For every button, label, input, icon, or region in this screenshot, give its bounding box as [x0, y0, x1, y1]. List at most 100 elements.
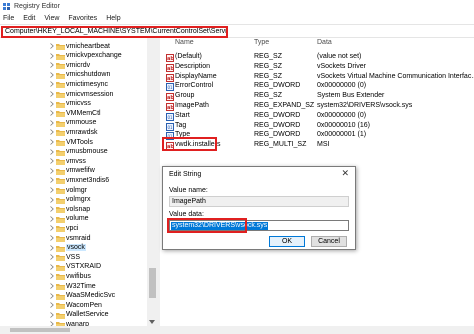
expand-chevron-icon[interactable] [50, 273, 54, 280]
ok-button[interactable]: OK [269, 236, 305, 247]
value-row[interactable]: ab ImagePath REG_EXPAND_SZ system32\DRIVERS… [160, 102, 474, 112]
expand-chevron-icon[interactable] [50, 43, 54, 49]
value-row[interactable]: ab DisplayName REG_SZ vSockets Virtual Mach… [160, 73, 474, 83]
value-type: REG_MULTI_SZ [254, 141, 307, 149]
tree-item[interactable]: VMTools [0, 137, 147, 147]
tree-item[interactable]: vmicvss [0, 99, 147, 109]
menu-help[interactable]: Help [106, 15, 120, 22]
expand-chevron-icon[interactable] [50, 148, 54, 155]
tree-item[interactable]: vmrawdsk [0, 127, 147, 137]
expand-chevron-icon[interactable] [50, 264, 54, 270]
tree-item[interactable]: volsnap [0, 204, 147, 214]
expand-chevron-icon[interactable] [50, 91, 54, 97]
tree-item[interactable]: WaaSMedicSvc [0, 291, 147, 301]
expand-chevron-icon[interactable] [50, 158, 54, 164]
expand-chevron-icon[interactable] [50, 254, 54, 260]
expand-chevron-icon[interactable] [50, 187, 54, 193]
column-header-type[interactable]: Type [254, 39, 269, 49]
tree-item[interactable]: VSS [0, 252, 147, 262]
expand-chevron-icon[interactable] [50, 177, 54, 184]
scrollbar-thumb[interactable] [149, 268, 156, 298]
value-row[interactable]: ab (Default) REG_SZ (value not set) [160, 53, 474, 63]
tree-item[interactable]: volmgr [0, 185, 147, 195]
tree-item[interactable]: volmgrx [0, 195, 147, 205]
menu-file[interactable]: File [3, 15, 14, 22]
cancel-button[interactable]: Cancel [311, 236, 347, 247]
tree-horizontal-scrollbar[interactable] [0, 326, 147, 334]
tree-item[interactable]: VMMemCtl [0, 108, 147, 118]
expand-chevron-icon[interactable] [50, 100, 54, 107]
tree-item[interactable]: vpci [0, 223, 147, 233]
scrollbar-thumb[interactable] [10, 328, 70, 332]
expand-chevron-icon[interactable] [50, 52, 54, 59]
tree-item[interactable]: WalletService [0, 310, 147, 320]
folder-icon [56, 235, 65, 242]
value-name: ImagePath [175, 102, 209, 109]
tree-item[interactable]: vmmouse [0, 118, 147, 128]
menu-view[interactable]: View [44, 15, 59, 22]
tree-item-label: VSS [66, 253, 81, 261]
expand-chevron-icon[interactable] [50, 302, 54, 308]
tree-vertical-scrollbar[interactable] [147, 38, 158, 326]
tree-item-label: vmicrdv [66, 61, 91, 69]
expand-chevron-icon[interactable] [50, 129, 54, 136]
expand-chevron-icon[interactable] [50, 139, 54, 145]
tree-item[interactable]: vmusbmouse [0, 147, 147, 157]
tree-item[interactable]: WacomPen [0, 300, 147, 310]
value-type: REG_DWORD [254, 121, 301, 129]
value-name-field: ImagePath [169, 196, 349, 207]
value-row[interactable]: 01 Tag REG_DWORD 0x00000010 (16) [160, 122, 474, 132]
value-row[interactable]: 01 ErrorControl REG_DWORD 0x00000000 (0) [160, 82, 474, 92]
tree-item[interactable]: vmickvpexchange [0, 51, 147, 61]
expand-chevron-icon[interactable] [50, 168, 54, 174]
tree-item[interactable]: VSTXRAID [0, 262, 147, 272]
value-row[interactable]: 01 Start REG_DWORD 0x00000000 (0) [160, 112, 474, 122]
expand-chevron-icon[interactable] [50, 312, 54, 318]
tree-item[interactable]: vmictimesync [0, 79, 147, 89]
tree-item[interactable]: W32Time [0, 281, 147, 291]
tree-item[interactable]: vmicshutdown [0, 70, 147, 80]
menu-edit[interactable]: Edit [23, 15, 35, 22]
expand-chevron-icon[interactable] [50, 81, 54, 88]
tree-item-label: volsnap [66, 205, 91, 213]
tree-item[interactable]: vmicvmsession [0, 89, 147, 99]
menu-favorites[interactable]: Favorites [68, 15, 97, 22]
expand-chevron-icon[interactable] [50, 244, 54, 251]
expand-chevron-icon[interactable] [50, 120, 54, 126]
tree-item[interactable]: vsmraid [0, 233, 147, 243]
value-type: REG_DWORD [254, 82, 301, 90]
tree-item[interactable]: vwifibus [0, 271, 147, 281]
expand-chevron-icon[interactable] [50, 72, 54, 78]
folder-icon [56, 187, 65, 194]
tree-item[interactable]: vsock [0, 243, 147, 253]
tree-item[interactable]: wanarp [0, 319, 147, 326]
value-row[interactable]: ab Description REG_SZ vSockets Driver [160, 63, 474, 73]
tree-item[interactable]: vmxnet3ndis6 [0, 175, 147, 185]
expand-chevron-icon[interactable] [50, 235, 54, 241]
close-icon[interactable]: ✕ [341, 169, 349, 179]
folder-icon [56, 149, 65, 156]
expand-chevron-icon[interactable] [50, 283, 54, 289]
address-input[interactable]: Computer\HKEY_LOCAL_MACHINE\SYSTEM\Curre… [1, 26, 228, 38]
tree-item[interactable]: vmicrdv [0, 60, 147, 70]
tree-item[interactable]: vmvss [0, 156, 147, 166]
expand-chevron-icon[interactable] [50, 62, 54, 68]
value-row[interactable]: ab Group REG_SZ System Bus Extender [160, 92, 474, 102]
folder-icon [56, 139, 65, 146]
expand-chevron-icon[interactable] [50, 206, 54, 212]
tree-item[interactable]: vmwefifw [0, 166, 147, 176]
expand-chevron-icon[interactable] [50, 196, 54, 203]
column-header-data[interactable]: Data [317, 39, 332, 49]
expand-chevron-icon[interactable] [50, 292, 54, 299]
expand-chevron-icon[interactable] [50, 216, 54, 222]
value-name: Tag [175, 121, 187, 129]
tree-item[interactable]: volume [0, 214, 147, 224]
scroll-down-arrow-icon[interactable] [149, 320, 155, 324]
value-name: Group [175, 92, 195, 100]
tree-item[interactable]: vmicheartbeat [0, 41, 147, 51]
expand-chevron-icon[interactable] [50, 110, 54, 116]
column-header-name[interactable]: Name [175, 39, 194, 49]
folder-icon [56, 158, 65, 166]
tree-item-label: VMTools [66, 138, 93, 146]
expand-chevron-icon[interactable] [50, 225, 54, 232]
